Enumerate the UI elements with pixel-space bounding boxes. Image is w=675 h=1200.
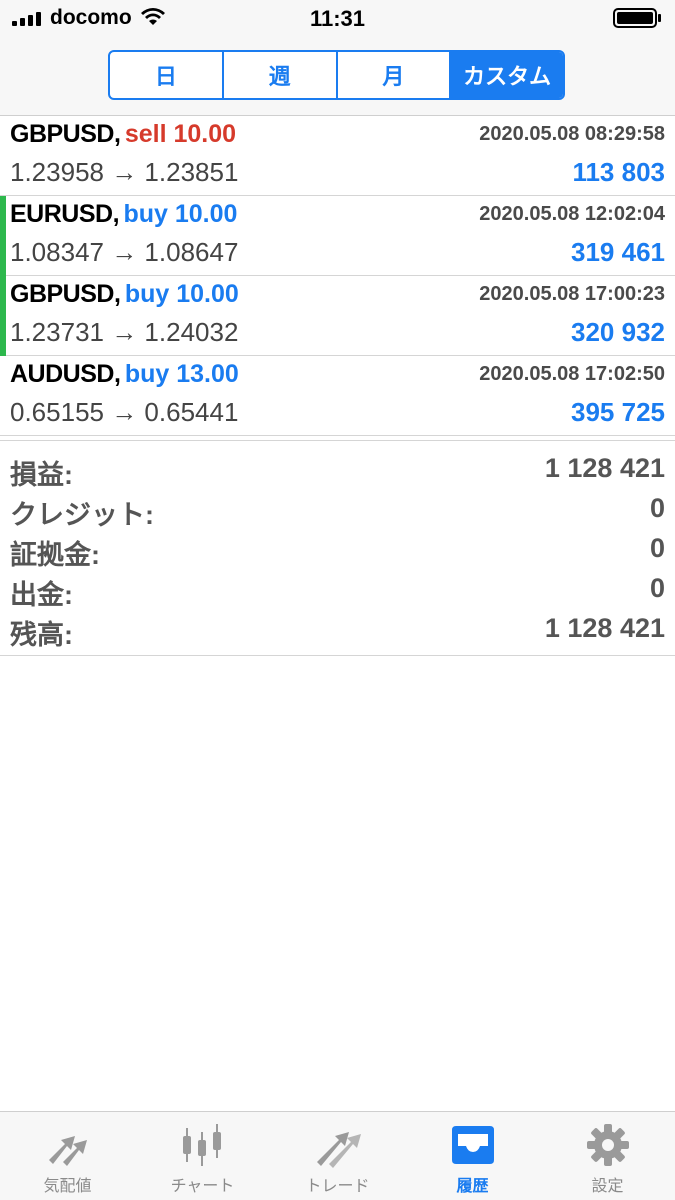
trade-row[interactable]: AUDUSD, buy 13.00 2020.05.08 17:02:50 0.… <box>0 356 675 436</box>
trade-side: sell 10.00 <box>124 120 237 148</box>
summary-row-balance: 残高: 1 128 421 <box>0 609 675 650</box>
trade-symbol: GBPUSD, <box>10 120 121 148</box>
trade-accent-bar <box>0 116 6 196</box>
trade-time: 2020.05.08 17:00:23 <box>479 283 665 305</box>
summary-row-withdrawal: 出金: 0 <box>0 569 675 610</box>
summary-row-credit: クレジット: 0 <box>0 489 675 530</box>
trade-time: 2020.05.08 17:02:50 <box>479 363 665 385</box>
summary-label: 残高: <box>10 620 73 650</box>
trade-time: 2020.05.08 08:29:58 <box>479 123 665 145</box>
summary-value: 0 <box>649 533 665 563</box>
tab-history[interactable]: 履歴 <box>405 1112 540 1200</box>
tab-trade[interactable]: トレード <box>270 1112 405 1200</box>
tab-label: 設定 <box>591 1178 624 1195</box>
trade-prices: 1.23958 → 1.23851 <box>10 157 239 187</box>
status-bar: docomo 11:31 <box>0 0 675 40</box>
summary-label: 損益: <box>10 460 73 490</box>
quotes-arrows-icon <box>48 1136 87 1166</box>
trade-history-list: GBPUSD, sell 10.00 2020.05.08 08:29:58 1… <box>0 116 675 436</box>
trade-row[interactable]: GBPUSD, sell 10.00 2020.05.08 08:29:58 1… <box>0 116 675 196</box>
trade-prices: 1.23731 → 1.24032 <box>10 317 239 347</box>
trade-symbol: AUDUSD, <box>10 360 121 388</box>
summary-label: クレジット: <box>10 500 154 530</box>
inbox-tray-icon <box>451 1126 494 1164</box>
trade-time: 2020.05.08 12:02:04 <box>479 203 665 225</box>
battery-icon <box>613 8 661 28</box>
trade-profit: 320 932 <box>571 317 665 347</box>
summary-row-margin: 証拠金: 0 <box>0 529 675 570</box>
trade-row[interactable]: GBPUSD, buy 10.00 2020.05.08 17:00:23 1.… <box>0 276 675 356</box>
trade-accent-bar <box>0 276 6 356</box>
summary-value: 0 <box>649 493 665 523</box>
trade-profit: 319 461 <box>571 237 665 267</box>
trade-accent-bar <box>0 356 6 436</box>
status-time: 11:31 <box>309 6 366 31</box>
history-screen: docomo 11:31 日 週 月 カスタム GBPUSD, sell 10.… <box>0 0 675 1200</box>
trade-prices: 0.65155 → 0.65441 <box>10 397 239 427</box>
summary-label: 出金: <box>10 580 73 610</box>
period-selector-bar: 日 週 月 カスタム <box>0 40 675 116</box>
tab-chart[interactable]: チャート <box>135 1112 270 1200</box>
account-summary: 損益: 1 128 421 クレジット: 0 証拠金: 0 出金: 0 残高: … <box>0 440 675 656</box>
summary-value: 1 128 421 <box>544 613 665 643</box>
tab-label: 履歴 <box>456 1178 489 1195</box>
tab-quotes[interactable]: 気配値 <box>0 1112 135 1200</box>
candlestick-chart-icon <box>182 1124 221 1166</box>
tab-label: トレード <box>305 1178 370 1195</box>
trade-prices: 1.08347 → 1.08647 <box>10 237 239 267</box>
summary-row-profit: 損益: 1 128 421 <box>0 449 675 490</box>
trade-side: buy 13.00 <box>124 360 239 388</box>
trade-accent-bar <box>0 196 6 276</box>
tab-label: チャート <box>170 1178 235 1195</box>
period-segmented-control: 日 週 月 カスタム <box>108 50 565 100</box>
segment-day[interactable]: 日 <box>110 52 224 98</box>
summary-label: 証拠金: <box>10 540 100 570</box>
gear-icon <box>586 1124 629 1166</box>
summary-value: 1 128 421 <box>544 453 665 483</box>
trade-symbol: EURUSD, <box>10 200 120 228</box>
segment-month[interactable]: 月 <box>338 52 452 98</box>
bottom-tab-bar: 気配値 チャート トレード 履歴 設定 <box>0 1111 675 1200</box>
trade-profit: 395 725 <box>571 397 665 427</box>
trade-side: buy 10.00 <box>124 280 239 308</box>
trade-row[interactable]: EURUSD, buy 10.00 2020.05.08 12:02:04 1.… <box>0 196 675 276</box>
trade-symbol: GBPUSD, <box>10 280 121 308</box>
trade-arrows-icon <box>316 1132 361 1168</box>
tab-label: 気配値 <box>43 1178 92 1195</box>
segment-custom[interactable]: カスタム <box>451 52 563 98</box>
summary-value: 0 <box>649 573 665 603</box>
trade-side: buy 10.00 <box>123 200 238 228</box>
trade-profit: 113 803 <box>572 157 665 187</box>
segment-week[interactable]: 週 <box>224 52 338 98</box>
tab-settings[interactable]: 設定 <box>540 1112 675 1200</box>
